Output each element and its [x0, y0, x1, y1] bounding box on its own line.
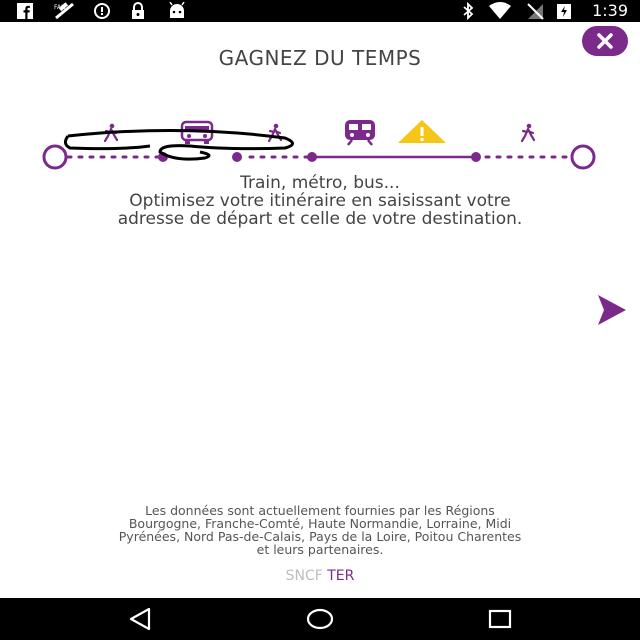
- status-bar: FAIL 1:39: [0, 0, 640, 22]
- scribble-annotation: [63, 128, 294, 161]
- brand-ter: TER: [327, 568, 355, 584]
- battery-charging-icon: [555, 2, 573, 20]
- brand-sncf: SNCF: [285, 568, 323, 584]
- wifi-icon: [487, 2, 513, 20]
- page-title: GAGNEZ DU TEMPS: [218, 46, 422, 70]
- train-icon: [345, 120, 375, 146]
- walk-icon: [520, 123, 536, 143]
- warning-icon: [398, 120, 446, 143]
- data-source-note: Les données sont actuellement fournies p…: [40, 504, 600, 556]
- android-icon: [167, 2, 187, 20]
- journey-illustration: [42, 120, 596, 170]
- note-line: et leurs partenaires.: [256, 542, 384, 557]
- intro-description: Train, métro, bus... Optimisez votre iti…: [0, 174, 640, 228]
- svg-text:FAIL: FAIL: [54, 4, 67, 11]
- next-button[interactable]: [592, 292, 630, 328]
- description-line: Train, métro, bus...: [240, 173, 400, 193]
- navigation-bar: [0, 598, 640, 640]
- clock: 1:39: [592, 1, 628, 20]
- back-button[interactable]: [120, 604, 160, 634]
- bluetooth-icon: [460, 2, 476, 20]
- home-icon: [306, 608, 334, 630]
- description-line: Optimisez votre itinéraire en saisissant…: [129, 191, 511, 211]
- brand-logo: SNCF TER: [0, 568, 640, 584]
- facebook-icon: [16, 2, 34, 20]
- bus-icon: [180, 120, 214, 144]
- origin-marker: [42, 144, 68, 170]
- alarm-icon: [93, 2, 111, 20]
- recents-button[interactable]: [480, 604, 520, 634]
- lock-icon: [129, 2, 147, 20]
- signal-disabled-icon: FAIL: [52, 2, 78, 20]
- chevron-right-icon: [598, 295, 626, 325]
- home-button[interactable]: [300, 604, 340, 634]
- description-line: adresse de départ et celle de votre dest…: [117, 209, 523, 229]
- back-icon: [129, 607, 151, 631]
- no-sim-icon: [525, 2, 545, 20]
- destination-marker: [570, 144, 596, 170]
- recents-icon: [488, 609, 512, 629]
